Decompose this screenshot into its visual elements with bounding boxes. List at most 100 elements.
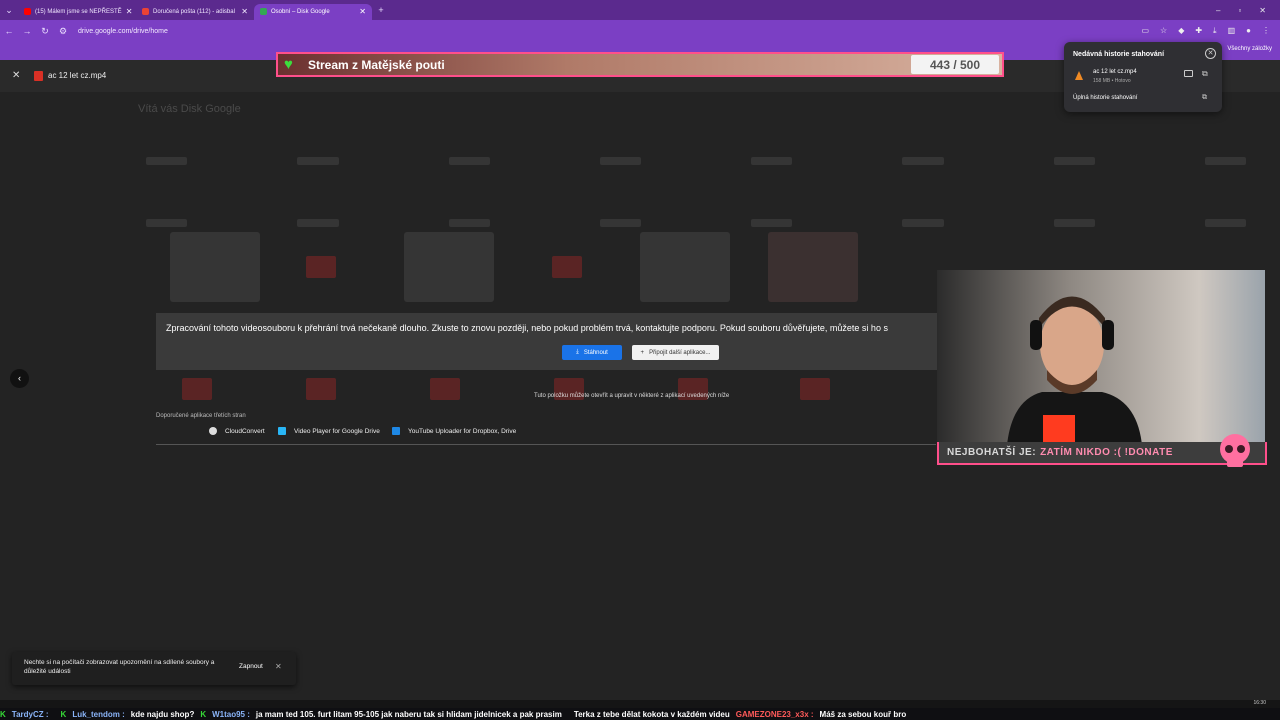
address-bar: ← → ↻ ⚙ drive.google.com/drive/home ▭ ☆ … bbox=[0, 20, 1280, 42]
video-clapper-icon bbox=[182, 378, 212, 400]
star-icon[interactable]: ☆ bbox=[1160, 26, 1167, 36]
close-icon[interactable]: ✕ bbox=[1205, 48, 1216, 59]
toast-enable-button[interactable]: Zapnout bbox=[239, 663, 263, 670]
chat-ticker: K TardyCZ : K Luk_tendom : kde najdu sho… bbox=[0, 708, 1280, 720]
chat-message: ja mam ted 105. furt litam 95-105 jak na… bbox=[255, 709, 562, 719]
kick-icon: K bbox=[200, 709, 207, 719]
folder-placeholder bbox=[751, 157, 793, 165]
sidebar-icon[interactable]: ▥ bbox=[1228, 26, 1236, 36]
video-clapper-icon bbox=[552, 256, 582, 278]
full-download-history-link[interactable]: Úplná historie stahování bbox=[1073, 95, 1137, 101]
top-donor-value: ZATÍM NIKDO :( !DONATE bbox=[1040, 447, 1173, 458]
browser-tab-strip: ⌄ (15) Málem jsme se NEPŘESTĚ ✕ Doručená… bbox=[0, 0, 1280, 20]
cloud-icon bbox=[209, 427, 217, 435]
chat-message: Terka z tebe dělat kokota v každém videu bbox=[573, 709, 730, 719]
browser-tab-youtube[interactable]: (15) Málem jsme se NEPŘESTĚ ✕ bbox=[18, 4, 136, 20]
cast-icon[interactable]: ▭ bbox=[1141, 26, 1149, 36]
app-youtube-uploader[interactable]: YouTube Uploader for Dropbox, Drive bbox=[392, 427, 516, 435]
folder-placeholder bbox=[448, 157, 490, 165]
download-item-name[interactable]: ac 12 let cz.mp4 bbox=[1093, 69, 1137, 75]
chat-message: kde najdu shop? bbox=[130, 709, 195, 719]
folder-placeholder bbox=[1053, 157, 1095, 165]
video-player-icon bbox=[278, 427, 286, 435]
file-placeholder bbox=[751, 219, 793, 227]
close-icon[interactable]: ✕ bbox=[359, 7, 366, 16]
download-icon[interactable]: ⤓ bbox=[1213, 26, 1217, 36]
youtube-icon bbox=[24, 8, 31, 15]
back-icon[interactable]: ← bbox=[0, 26, 18, 36]
folder-placeholder bbox=[599, 157, 641, 165]
browser-tab-gmail[interactable]: Doručená pošta (112) - adisbal ✕ bbox=[136, 4, 254, 20]
download-item-status: 158 MB • Hotovo bbox=[1093, 78, 1131, 84]
close-window-icon[interactable]: ✕ bbox=[1259, 6, 1266, 15]
processing-error-message: Zpracování tohoto videosouboru k přehrán… bbox=[166, 323, 888, 333]
app-label: CloudConvert bbox=[225, 427, 265, 435]
file-thumbnail bbox=[404, 232, 494, 302]
video-clapper-icon bbox=[306, 378, 336, 400]
close-icon[interactable]: ✕ bbox=[241, 7, 248, 16]
external-link-icon[interactable]: ⧉ bbox=[1202, 94, 1207, 102]
file-title: ac 12 let cz.mp4 bbox=[48, 71, 107, 80]
folder-placeholder bbox=[146, 157, 188, 165]
connect-apps-button[interactable]: + Připojit další aplikace... bbox=[632, 345, 719, 360]
browser-tab-drive[interactable]: Osobní – Disk Google ✕ bbox=[254, 3, 372, 20]
folder-icon[interactable] bbox=[1184, 70, 1193, 77]
close-icon[interactable]: ✕ bbox=[126, 7, 133, 16]
file-thumbnail bbox=[640, 232, 730, 302]
gmail-icon bbox=[142, 8, 149, 15]
folder-placeholder bbox=[297, 157, 339, 165]
kick-icon: K bbox=[60, 709, 67, 719]
video-clapper-icon bbox=[306, 256, 336, 278]
menu-icon[interactable]: ⋮ bbox=[1262, 26, 1270, 36]
previous-file-button[interactable]: ‹ bbox=[10, 369, 29, 388]
folder-placeholder bbox=[902, 157, 944, 165]
download-button-label: Stáhnout bbox=[583, 349, 608, 356]
divider bbox=[156, 444, 936, 445]
vlc-file-icon bbox=[1075, 71, 1083, 80]
plus-icon: + bbox=[640, 349, 645, 356]
maximize-icon[interactable]: ▫ bbox=[1238, 6, 1241, 15]
forward-icon[interactable]: → bbox=[18, 26, 36, 36]
extension-icon[interactable]: ◆ bbox=[1178, 26, 1184, 36]
file-placeholder bbox=[1053, 219, 1095, 227]
file-placeholder bbox=[146, 219, 188, 227]
tab-search-icon[interactable]: ⌄ bbox=[0, 5, 18, 16]
processing-error-panel bbox=[156, 313, 940, 370]
video-file-icon bbox=[34, 71, 43, 81]
toast-close-button[interactable]: ✕ bbox=[275, 662, 282, 671]
file-placeholder bbox=[297, 219, 339, 227]
download-icon: ⤓ bbox=[576, 349, 579, 355]
window-controls: – ▫ ✕ bbox=[1216, 6, 1280, 15]
stream-goal-banner: ♥ Stream z Matějské pouti 443 / 500 bbox=[276, 52, 1004, 77]
app-video-player[interactable]: Video Player for Google Drive bbox=[278, 427, 380, 435]
file-row bbox=[146, 219, 1246, 229]
profile-avatar[interactable]: ● bbox=[1246, 26, 1251, 36]
tab-label: (15) Málem jsme se NEPŘESTĚ bbox=[35, 8, 122, 15]
file-thumbnail bbox=[768, 232, 858, 302]
chat-user: Luk_tendom : bbox=[72, 709, 125, 719]
url-field[interactable]: drive.google.com/drive/home bbox=[78, 28, 168, 35]
reload-icon[interactable]: ↻ bbox=[36, 26, 54, 37]
minimize-icon[interactable]: – bbox=[1216, 6, 1220, 15]
toast-message: Nechte si na počítači zobrazovat upozorn… bbox=[24, 659, 215, 675]
connect-apps-label: Připojit další aplikace... bbox=[649, 349, 711, 356]
streamer-figure bbox=[1007, 296, 1142, 442]
download-button[interactable]: ⤓ Stáhnout bbox=[562, 345, 622, 360]
viewer-close-button[interactable]: ✕ bbox=[12, 70, 20, 81]
all-bookmarks-link[interactable]: Všechny záložky bbox=[1227, 46, 1272, 52]
drive-icon bbox=[260, 8, 267, 15]
top-donor-label: NEJBOHATŠÍ JE: bbox=[947, 447, 1037, 458]
new-tab-button[interactable]: + bbox=[372, 5, 390, 15]
external-link-icon[interactable]: ⧉ bbox=[1202, 69, 1208, 79]
video-clapper-icon bbox=[800, 378, 830, 400]
file-placeholder bbox=[902, 219, 944, 227]
app-cloudconvert[interactable]: CloudConvert bbox=[209, 427, 265, 435]
puzzle-icon[interactable]: ✚ bbox=[1195, 26, 1202, 36]
kick-icon: K bbox=[0, 709, 6, 719]
file-thumbnail bbox=[170, 232, 260, 302]
site-info-icon[interactable]: ⚙ bbox=[54, 26, 72, 37]
tab-label: Doručená pošta (112) - adisbal bbox=[153, 8, 235, 15]
taskbar-clock: 16:30 bbox=[1253, 700, 1266, 706]
heart-icon: ♥ bbox=[284, 55, 293, 73]
app-label: Video Player for Google Drive bbox=[294, 427, 380, 435]
